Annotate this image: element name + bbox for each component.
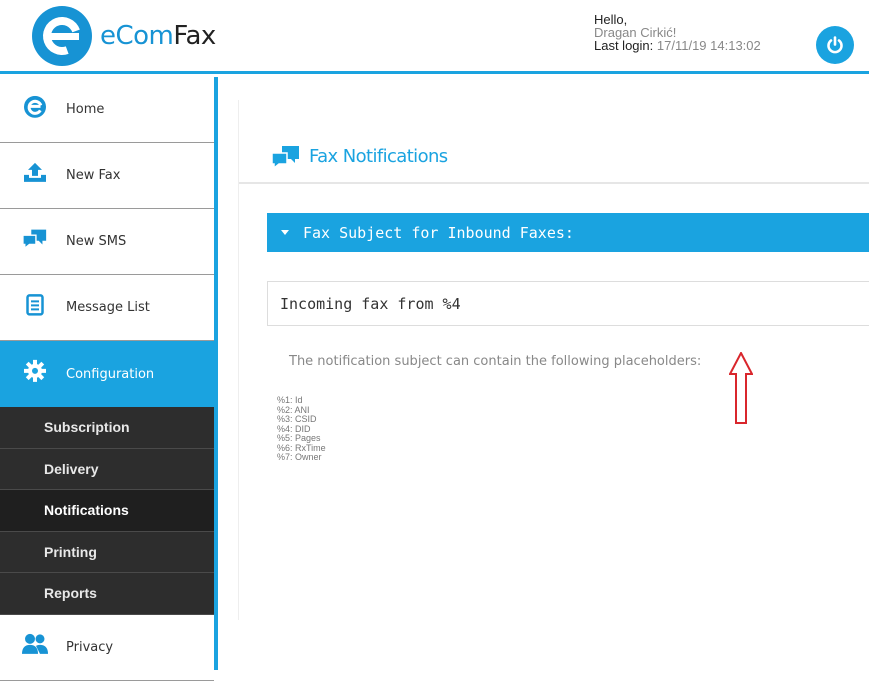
sidebar-item-label: Message List (66, 300, 150, 315)
sidebar-item-home[interactable]: Home (0, 77, 214, 143)
placeholder-hint: The notification subject can contain the… (289, 354, 702, 369)
section-title: Fax Subject for Inbound Faxes: (303, 223, 574, 242)
placeholder-item: %7: Owner (277, 452, 322, 462)
sidebar-item-configuration[interactable]: Configuration (0, 341, 214, 407)
sidebar-item-new-fax[interactable]: New Fax (0, 143, 214, 209)
power-icon (827, 36, 843, 54)
chat-bubbles-icon (271, 144, 301, 174)
logo-text: eComFax (100, 21, 216, 51)
submenu-item-subscription[interactable]: Subscription (0, 407, 214, 449)
submenu-item-printing[interactable]: Printing (0, 532, 214, 573)
annotation-arrow-icon (729, 352, 753, 424)
ecomfax-e-icon (22, 93, 48, 119)
submenu-item-reports[interactable]: Reports (0, 573, 214, 615)
sidebar-item-label: Configuration (66, 366, 155, 382)
submenu-item-delivery[interactable]: Delivery (0, 449, 214, 490)
document-list-icon (22, 291, 48, 317)
section-header-inbound-subject[interactable]: Fax Subject for Inbound Faxes: (267, 213, 869, 252)
sidebar-item-privacy[interactable]: Privacy (0, 615, 214, 681)
page-header: Fax Notifications (239, 140, 869, 184)
page-title: Fax Notifications (309, 146, 448, 167)
chat-bubbles-icon (22, 225, 48, 251)
sidebar-item-label: New Fax (66, 168, 121, 183)
caret-down-icon (281, 230, 289, 235)
configuration-submenu: Subscription Delivery Notifications Prin… (0, 407, 214, 615)
placeholder-list: %1: Id %2: ANI %3: CSID %4: DID %5: Page… (277, 395, 326, 463)
sidebar-item-label: New SMS (66, 234, 127, 249)
sidebar-item-label: Privacy (66, 639, 114, 655)
gear-icon (22, 358, 48, 384)
users-icon (22, 631, 48, 657)
sidebar: Home New Fax New SMS Message List Config… (0, 77, 218, 681)
upload-icon (22, 159, 48, 185)
last-login: Last login: 17/11/19 14:13:02 (594, 38, 761, 53)
sidebar-item-label: Home (66, 102, 105, 117)
user-info: Hello, Dragan Cirkić! Last login: 17/11/… (594, 13, 761, 52)
ecomfax-logo[interactable]: eComFax (32, 6, 216, 66)
fax-subject-input[interactable] (267, 281, 869, 326)
app-header: eComFax Hello, Dragan Cirkić! Last login… (0, 0, 869, 74)
ecomfax-logo-icon (32, 6, 92, 66)
submenu-item-notifications[interactable]: Notifications (0, 490, 214, 532)
sidebar-item-new-sms[interactable]: New SMS (0, 209, 214, 275)
sidebar-item-message-list[interactable]: Message List (0, 275, 214, 341)
main-content: Fax Notifications Fax Subject for Inboun… (238, 100, 869, 620)
logout-button[interactable] (816, 26, 854, 64)
